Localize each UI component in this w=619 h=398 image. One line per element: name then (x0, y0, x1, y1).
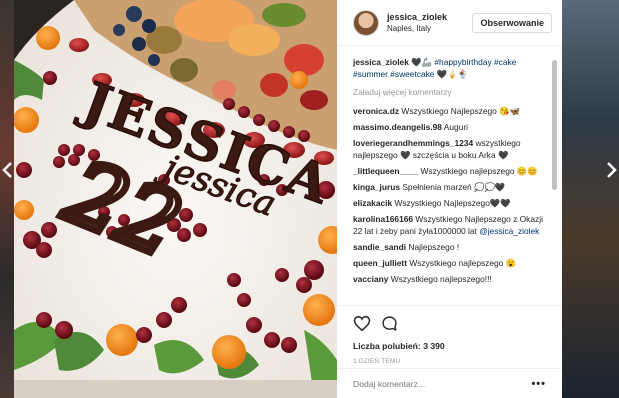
comment-item: elizakacik Wszystkiego Najlepszego🖤🖤 (353, 197, 546, 209)
comment-username[interactable]: elizakacik (353, 198, 392, 208)
author-username[interactable]: jessica_ziolek (387, 12, 472, 22)
author-info: jessica_ziolek Naples, Italy (387, 12, 472, 33)
comment-username[interactable]: massimo.deangelis.98 (353, 122, 442, 132)
caption-emoji-end: 🖤🍦🍨 (436, 69, 469, 79)
more-options-icon[interactable]: ••• (531, 378, 546, 390)
instagram-post-modal: JESSICA jessica 22 jessica_ziolek Naples… (0, 0, 619, 398)
comment-username[interactable]: veronica.dz (353, 106, 399, 116)
post-side-panel: jessica_ziolek Naples, Italy Obserwowani… (337, 0, 562, 398)
comment-text: Wszystkiego najlepszego!!! (390, 274, 492, 284)
chevron-right-icon[interactable] (605, 160, 619, 180)
hashtag[interactable]: #sweetcake (390, 69, 434, 79)
caption: jessica_ziolek 🖤🦾 #happybirthday #cake #… (353, 56, 546, 80)
comment-username[interactable]: loveriegerandhemmings_1234 (353, 138, 473, 148)
comment-text: Spełnienia marzeń 💭💭🖤 (402, 182, 506, 192)
hashtag[interactable]: #summer (353, 69, 388, 79)
comment-text: Wszystkiego najlepszego 😮 (409, 258, 517, 268)
comment-text: Wszystkiego Najlepszego 😘🦋 (401, 106, 521, 116)
cake-image: JESSICA jessica 22 (14, 0, 337, 398)
comment-item: vacciany Wszystkiego najlepszego!!! (353, 273, 546, 285)
comment-item: sandie_sandi Najlepszego ! (353, 241, 546, 253)
post-photo[interactable]: JESSICA jessica 22 (14, 0, 337, 398)
comment-username[interactable]: karolina166166 (353, 214, 413, 224)
comment-item: loveriegerandhemmings_1234 wszystkiego n… (353, 137, 546, 161)
comment-mention[interactable]: @jessica_ziolek (479, 226, 539, 236)
comment-item: kinga_jurus Spełnienia marzeń 💭💭🖤 (353, 181, 546, 193)
comment-item: queen_julliett Wszystkiego najlepszego 😮 (353, 257, 546, 269)
caption-emoji: 🖤🦾 (411, 57, 435, 67)
comment-username[interactable]: _littlequeen____ (353, 166, 418, 176)
likes-count: 3 390 (423, 341, 445, 351)
comment-text: Najlepszego ! (408, 242, 460, 252)
hashtag[interactable]: #cake (494, 57, 516, 67)
comment-item: _littlequeen____ Wszystkiego najlepszego… (353, 165, 546, 177)
avatar[interactable] (353, 9, 379, 36)
comment-username[interactable]: kinga_jurus (353, 182, 400, 192)
add-comment-bar: ••• (337, 368, 562, 398)
comment-input[interactable] (353, 378, 532, 389)
comment-text: Wszystkiego najlepszego 😊😊 (420, 166, 538, 176)
comments-list[interactable]: jessica_ziolek 🖤🦾 #happybirthday #cake #… (337, 47, 562, 305)
heart-icon[interactable] (353, 315, 371, 332)
likes-summary[interactable]: Liczba polubień: 3 390 (353, 341, 546, 351)
chevron-left-icon[interactable] (0, 160, 14, 180)
comment-bubble-icon[interactable] (381, 315, 398, 332)
load-more-comments[interactable]: Załaduj więcej komentarzy (353, 87, 546, 97)
post-actions: Liczba polubień: 3 390 1 DZIEŃ TEMU (337, 305, 562, 365)
hashtag[interactable]: #happybirthday (434, 57, 491, 67)
background-left (0, 0, 14, 398)
comments-scrollbar[interactable] (552, 60, 557, 190)
caption-username[interactable]: jessica_ziolek (353, 57, 409, 67)
likes-label: Liczba polubień: (353, 341, 421, 351)
comment-item: karolina166166 Wszystkiego Najlepszego z… (353, 213, 546, 237)
post-location[interactable]: Naples, Italy (387, 24, 472, 33)
comment-username[interactable]: vacciany (353, 274, 388, 284)
post-time: 1 DZIEŃ TEMU (353, 358, 401, 365)
comment-item: veronica.dz Wszystkiego Najlepszego 😘🦋 (353, 105, 546, 117)
action-icons (353, 314, 546, 332)
post-header: jessica_ziolek Naples, Italy Obserwowani… (337, 0, 562, 46)
comment-username[interactable]: sandie_sandi (353, 242, 406, 252)
comment-text: Wszystkiego Najlepszego🖤🖤 (394, 198, 511, 208)
comment-text: Auguri (443, 122, 469, 132)
follow-button[interactable]: Obserwowanie (472, 12, 552, 33)
comment-item: massimo.deangelis.98 Auguri (353, 121, 546, 133)
comment-username[interactable]: queen_julliett (353, 258, 407, 268)
background-right (562, 0, 619, 398)
